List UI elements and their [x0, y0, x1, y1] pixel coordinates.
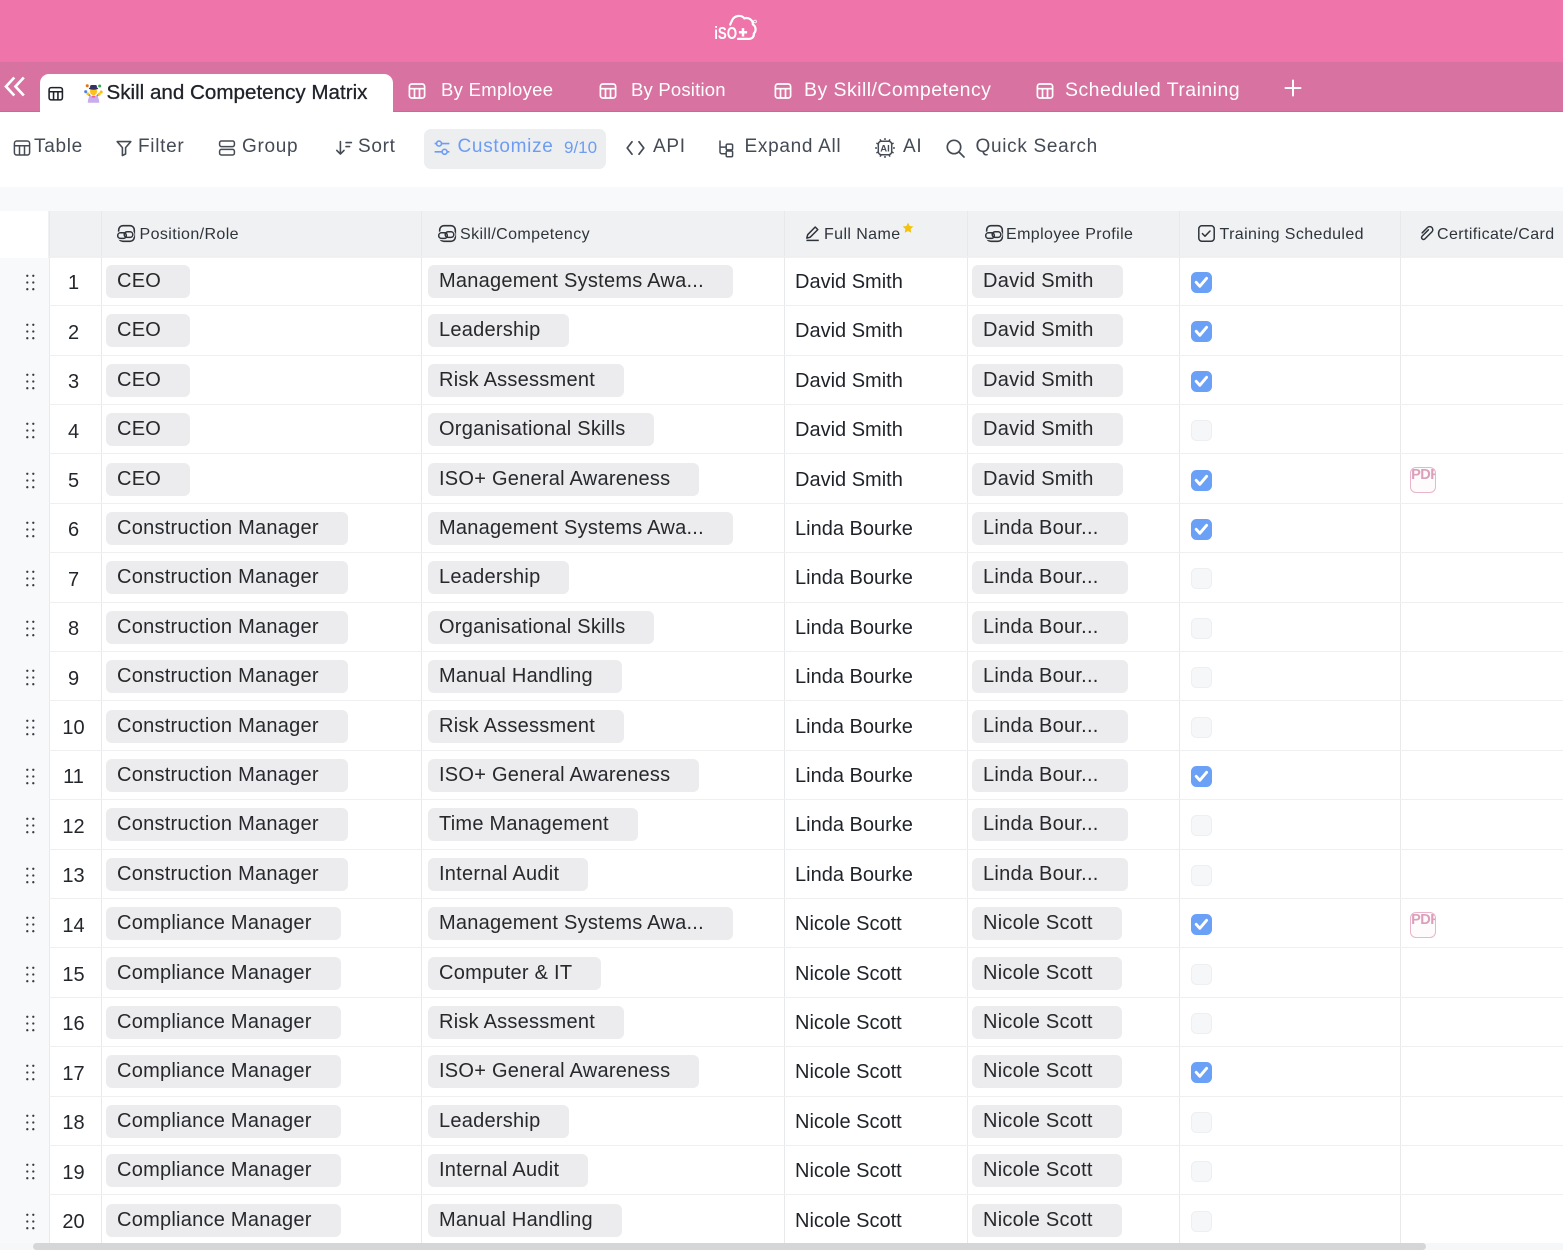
svg-text:iSO: iSO — [714, 23, 737, 43]
svg-text:AI: AI — [880, 144, 890, 155]
